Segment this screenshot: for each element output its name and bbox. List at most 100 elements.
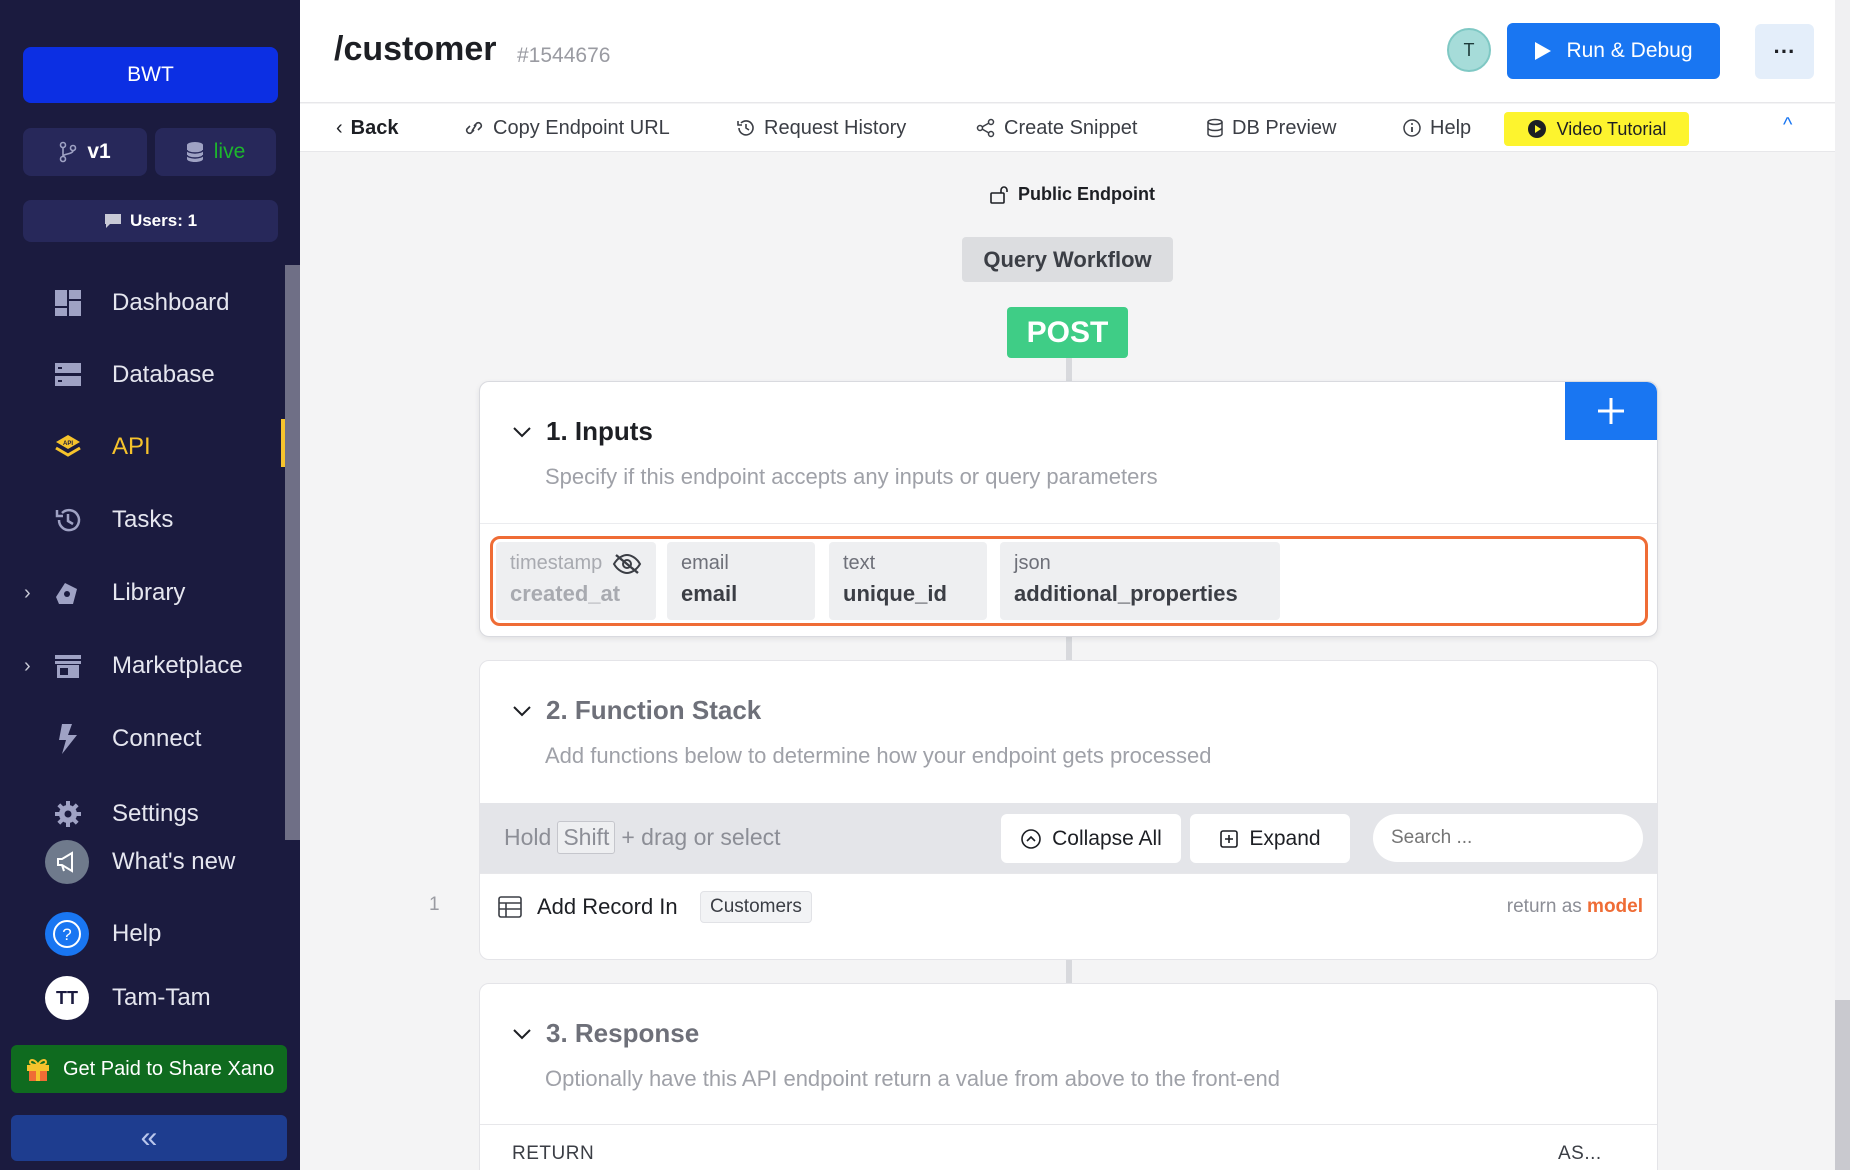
collapse-toolbar-icon[interactable]: ^ — [1783, 114, 1792, 137]
create-snippet-button[interactable]: Create Snippet — [976, 104, 1137, 152]
response-table-header: RETURN AS... — [480, 1124, 1657, 1170]
input-chip[interactable]: text unique_id — [829, 542, 987, 620]
referral-promo[interactable]: Get Paid to Share Xano — [11, 1045, 287, 1093]
inputs-section: 1. Inputs Specify if this endpoint accep… — [479, 381, 1658, 637]
avatar[interactable]: T — [1447, 28, 1491, 72]
input-chip[interactable]: timestamp created_at — [496, 542, 656, 620]
response-toggle[interactable]: 3. Response — [512, 1018, 699, 1049]
input-type: timestamp — [510, 552, 642, 575]
function-search-input[interactable] — [1373, 814, 1643, 862]
input-name: created_at — [510, 581, 621, 606]
more-icon: ··· — [1773, 38, 1796, 64]
sidebar-item-label: Help — [112, 920, 162, 947]
dashboard-icon — [52, 287, 84, 319]
history-icon — [737, 120, 754, 136]
copy-endpoint-url-button[interactable]: Copy Endpoint URL — [463, 104, 670, 152]
run-debug-button[interactable]: Run & Debug — [1507, 23, 1720, 79]
input-type: email — [681, 552, 729, 574]
page-header: /customer #1544676 T Run & Debug ··· — [300, 0, 1835, 103]
sidebar-item-label: Library — [112, 579, 186, 606]
input-chip[interactable]: json additional_properties — [1000, 542, 1280, 620]
access-indicator[interactable]: Public Endpoint — [990, 184, 1155, 205]
sidebar: BWT v1 live Users: 1 Dashboard Database … — [0, 0, 300, 1170]
input-chip[interactable]: email email — [667, 542, 815, 620]
return-label: return as — [1506, 896, 1582, 917]
plus-icon — [1598, 398, 1624, 424]
chevron-right-icon: › — [24, 654, 31, 677]
sidebar-item-database[interactable]: Database — [0, 347, 290, 403]
sidebar-item-tasks[interactable]: Tasks — [0, 492, 290, 548]
chevron-down-icon — [513, 426, 531, 437]
branch-selector[interactable]: v1 — [23, 128, 147, 176]
create-snippet-label: Create Snippet — [1004, 116, 1138, 139]
help-button[interactable]: Help — [1402, 104, 1471, 152]
sidebar-item-help[interactable]: ? Help — [0, 906, 290, 962]
unlock-icon — [990, 185, 1008, 204]
help-label: Help — [1430, 116, 1472, 139]
sidebar-scrollbar[interactable] — [285, 265, 300, 840]
table-tag[interactable]: Customers — [700, 891, 812, 923]
collapse-all-button[interactable]: Collapse All — [1001, 814, 1181, 863]
sidebar-item-api[interactable]: API API — [0, 419, 290, 475]
users-indicator[interactable]: Users: 1 — [23, 200, 278, 242]
plus-square-icon — [1220, 829, 1239, 848]
endpoint-toolbar: ‹ Back Copy Endpoint URL Request History… — [300, 104, 1835, 152]
response-section: 3. Response Optionally have this API end… — [479, 983, 1658, 1170]
back-button[interactable]: ‹ Back — [336, 104, 398, 152]
more-options-button[interactable]: ··· — [1755, 24, 1814, 79]
info-icon — [1403, 119, 1421, 137]
sidebar-item-library[interactable]: › Library — [0, 565, 290, 621]
sidebar-item-marketplace[interactable]: › Marketplace — [0, 638, 290, 694]
divider — [480, 523, 1657, 524]
promo-label: Get Paid to Share Xano — [63, 1057, 275, 1080]
branch-label: v1 — [87, 140, 111, 163]
request-history-label: Request History — [764, 116, 907, 139]
section-title: 1. Inputs — [546, 416, 653, 446]
link-icon — [465, 121, 483, 135]
sidebar-item-profile[interactable]: TT Tam-Tam — [0, 970, 290, 1026]
function-stack-toolbar: Hold Shift + drag or select Collapse All… — [480, 803, 1657, 873]
return-value[interactable]: model — [1587, 896, 1643, 917]
add-input-button[interactable] — [1565, 382, 1657, 440]
environment-selector[interactable]: live — [155, 128, 276, 176]
request-history-button[interactable]: Request History — [736, 104, 906, 152]
access-label: Public Endpoint — [1018, 184, 1155, 204]
chevron-left-icon: ‹ — [336, 116, 343, 139]
section-title: 3. Response — [546, 1018, 700, 1048]
video-tutorial-label: Video Tutorial — [1556, 118, 1667, 139]
workspace-name: BWT — [127, 63, 174, 86]
sidebar-item-connect[interactable]: Connect — [0, 711, 290, 767]
function-name: Add Record In — [537, 894, 678, 919]
table-icon — [498, 896, 522, 918]
scrollbar-thumb[interactable] — [1835, 1000, 1850, 1170]
http-method-badge[interactable]: POST — [1007, 307, 1128, 358]
return-type: return as model — [1507, 896, 1643, 918]
function-row[interactable]: Add Record In Customers return as model — [480, 873, 1657, 939]
inputs-toggle[interactable]: 1. Inputs — [512, 416, 653, 447]
environment-label: live — [213, 140, 246, 163]
gift-icon — [27, 1059, 49, 1081]
function-stack-toggle[interactable]: 2. Function Stack — [512, 695, 761, 726]
run-debug-label: Run & Debug — [1566, 39, 1693, 62]
chevron-down-icon — [513, 1028, 531, 1039]
input-type: text — [843, 552, 876, 574]
sidebar-item-whats-new[interactable]: What's new — [0, 834, 290, 890]
workspace-button[interactable]: BWT — [23, 47, 278, 103]
expand-button[interactable]: Expand — [1190, 814, 1350, 863]
sidebar-item-label: What's new — [112, 848, 236, 875]
page-scrollbar[interactable] — [1835, 0, 1850, 1170]
function-stack-section: 2. Function Stack Add functions below to… — [479, 660, 1658, 960]
as-column-header: AS... — [1558, 1143, 1602, 1164]
sidebar-item-dashboard[interactable]: Dashboard — [0, 275, 290, 331]
eye-off-icon — [612, 553, 641, 574]
sidebar-item-label: Connect — [112, 725, 202, 752]
share-icon — [976, 118, 995, 138]
collapse-sidebar-button[interactable]: « — [11, 1115, 287, 1161]
chat-icon — [104, 214, 121, 228]
section-description: Add functions below to determine how you… — [545, 743, 1212, 768]
chevron-down-icon — [513, 705, 531, 716]
db-preview-button[interactable]: DB Preview — [1206, 104, 1336, 152]
sidebar-item-label: Settings — [112, 800, 199, 827]
video-tutorial-button[interactable]: Video Tutorial — [1504, 112, 1689, 146]
sidebar-item-label: Tasks — [112, 506, 174, 533]
